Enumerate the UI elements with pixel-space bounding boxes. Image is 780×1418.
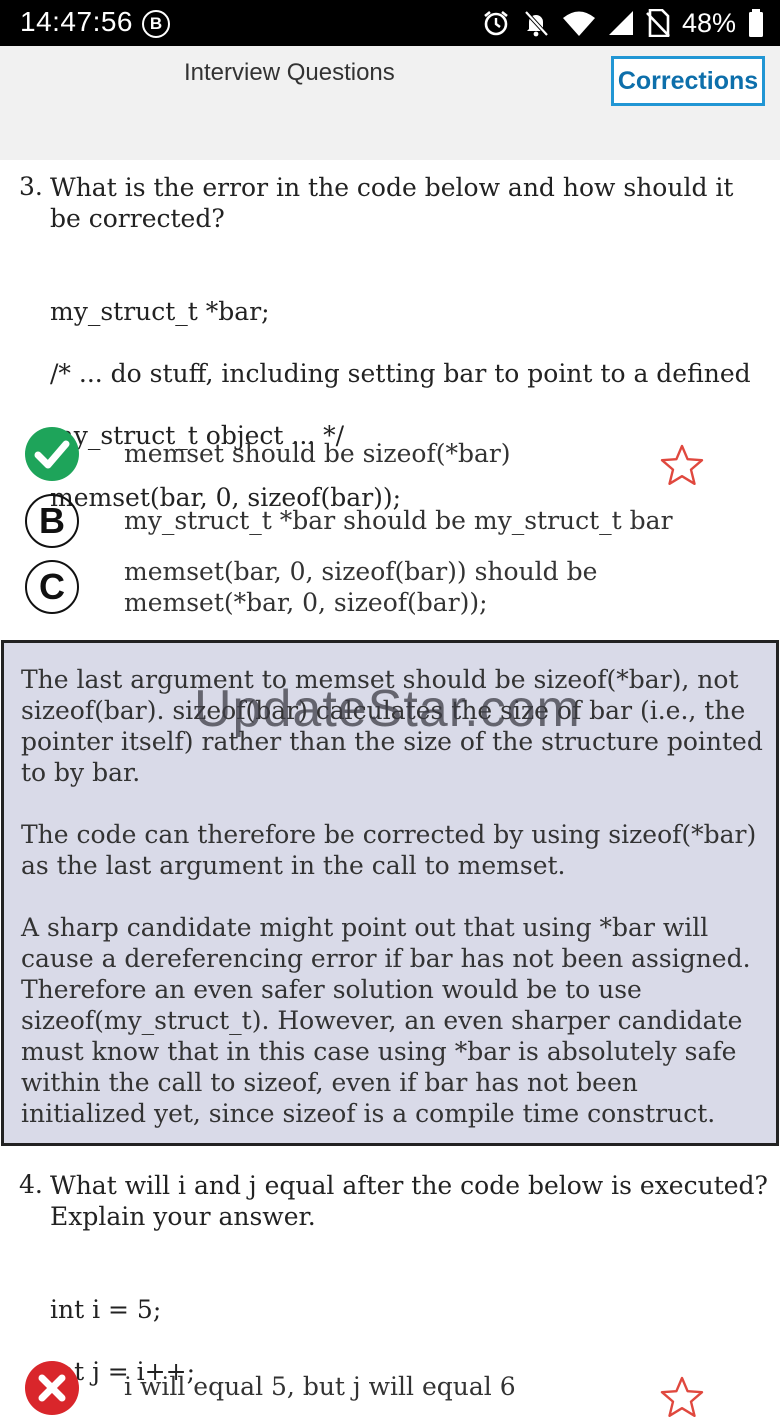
wifi-icon (562, 11, 595, 36)
code-line: my_struct_t *bar; (50, 297, 270, 326)
wrong-x-icon[interactable] (24, 1360, 80, 1416)
alarm-icon (484, 10, 508, 36)
battery-percentage: 48% (681, 7, 736, 38)
option-b-badge[interactable]: B (25, 494, 79, 548)
question-number: 4. (19, 1170, 43, 1199)
status-bar: 14:47:56 B 48% (0, 0, 780, 46)
watermark: UpdateStar.com (194, 680, 581, 738)
question-text: What will i and j equal after the code b… (50, 1171, 768, 1231)
answer-option-a[interactable]: i will equal 5, but j will equal 6 (124, 1371, 724, 1402)
signal-icon (608, 11, 633, 35)
code-line: /* ... do stuff, including setting bar t… (50, 359, 751, 388)
favorite-star-icon[interactable] (660, 1376, 704, 1418)
question-number: 3. (19, 172, 43, 201)
explanation-paragraph: The code can therefore be corrected by u… (21, 820, 757, 880)
b-badge-icon: B (142, 10, 170, 38)
explanation-paragraph: A sharp candidate might point out that u… (21, 913, 751, 1128)
favorite-star-icon[interactable] (660, 444, 704, 486)
code-line: int i = 5; (50, 1295, 162, 1324)
code-block: my_struct_t *bar; /* ... do stuff, inclu… (50, 265, 770, 544)
no-sim-icon (646, 9, 670, 37)
status-time: 14:47:56 (20, 6, 133, 37)
notifications-off-icon (524, 10, 549, 37)
page-title: Interview Questions (184, 59, 395, 86)
answer-option-a[interactable]: memset should be sizeof(*bar) (124, 438, 724, 469)
corrections-button[interactable]: Corrections (611, 56, 765, 106)
app-header: Interview Questions Corrections (0, 46, 780, 160)
answer-option-c[interactable]: memset(bar, 0, sizeof(bar)) should be me… (124, 556, 624, 618)
question-text: What is the error in the code below and … (50, 173, 734, 233)
explanation-box: The last argument to memset should be si… (1, 640, 779, 1146)
correct-check-icon[interactable] (24, 426, 80, 482)
option-c-badge[interactable]: C (25, 560, 79, 614)
battery-icon (749, 9, 763, 37)
answer-option-b[interactable]: my_struct_t *bar should be my_struct_t b… (124, 505, 724, 536)
